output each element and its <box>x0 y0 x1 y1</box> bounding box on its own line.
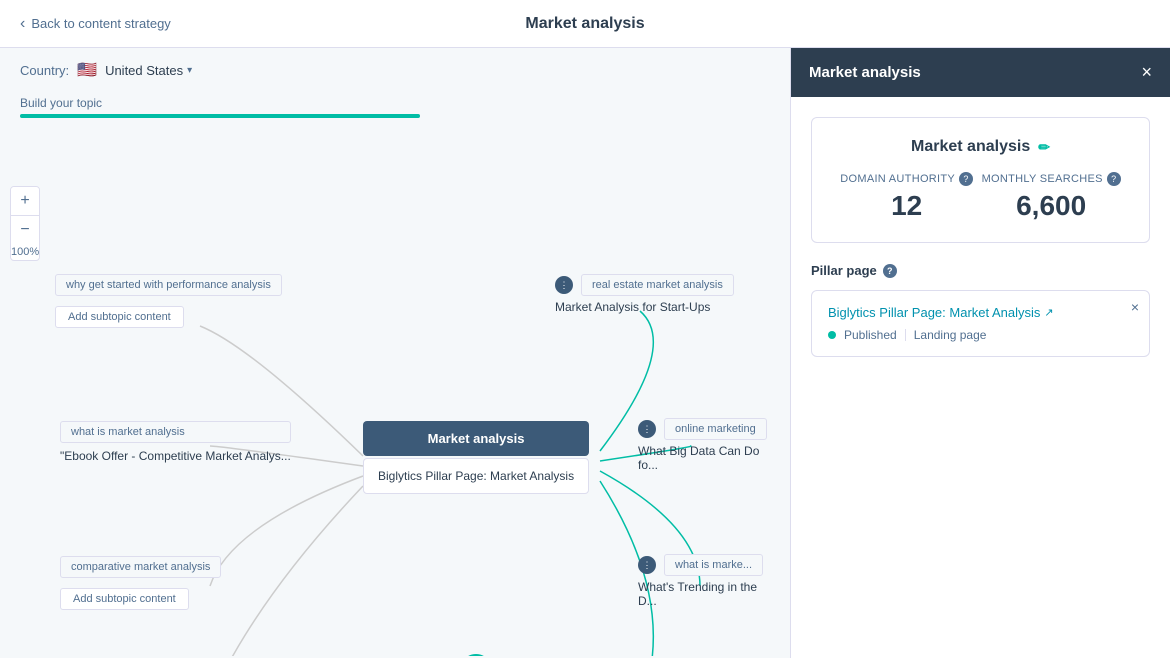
center-node[interactable]: Market analysis Biglytics Pillar Page: M… <box>363 421 589 494</box>
left-node-3: comparative market analysis Add subtopic… <box>60 556 221 610</box>
monthly-searches-info-icon[interactable]: ? <box>1107 172 1121 186</box>
topic-bar: Build your topic <box>0 92 790 126</box>
panel-header: Market analysis × <box>791 48 1170 97</box>
pillar-section-title: Pillar page ? <box>811 263 1150 278</box>
subtopic-label-r1[interactable]: real estate market analysis <box>581 274 734 296</box>
zoom-out-button[interactable]: − <box>11 216 39 244</box>
domain-authority-value: 12 <box>840 190 973 222</box>
domain-authority-info-icon[interactable]: ? <box>959 172 973 186</box>
monthly-searches-stat: MONTHLY SEARCHES ? 6,600 <box>982 172 1121 222</box>
status-divider <box>905 329 906 341</box>
stats-card: Market analysis ✏ DOMAIN AUTHORITY ? 12 … <box>811 117 1150 243</box>
domain-authority-label: DOMAIN AUTHORITY ? <box>840 172 973 186</box>
country-label: Country: <box>20 63 69 78</box>
add-node-button[interactable]: + <box>460 654 492 656</box>
main-layout: Country: 🇺🇸 United States ▾ Build your t… <box>0 48 1170 658</box>
panel-title: Market analysis <box>809 64 921 81</box>
right-node-2: ⋮ online marketing What Big Data Can Do … <box>638 418 778 472</box>
add-subtopic-btn-3[interactable]: Add subtopic content <box>60 588 189 610</box>
left-node-1: why get started with performance analysi… <box>55 274 282 328</box>
external-link-icon: ↗ <box>1044 306 1053 319</box>
progress-bar <box>20 114 420 118</box>
node-icon-3: ⋮ <box>638 556 656 574</box>
pillar-card-close-button[interactable]: × <box>1131 299 1139 315</box>
progress-fill <box>20 114 420 118</box>
right-node-3: ⋮ what is marke... What's Trending in th… <box>638 554 778 608</box>
center-pillar-label[interactable]: Biglytics Pillar Page: Market Analysis <box>363 458 589 494</box>
left-node-2: what is market analysis "Ebook Offer - C… <box>60 421 291 463</box>
back-label: Back to content strategy <box>31 16 170 31</box>
app-header: ‹ Back to content strategy Market analys… <box>0 0 1170 48</box>
pillar-section: Pillar page ? × Biglytics Pillar Page: M… <box>811 263 1150 357</box>
content-item-2[interactable]: "Ebook Offer - Competitive Market Analys… <box>60 449 291 463</box>
pillar-page-link[interactable]: Biglytics Pillar Page: Market Analysis ↗ <box>828 305 1133 320</box>
zoom-controls: + − 100% <box>10 186 40 261</box>
subtopic-label-2[interactable]: what is market analysis <box>60 421 291 443</box>
country-selector[interactable]: United States ▾ <box>105 63 192 78</box>
add-subtopic-btn-1[interactable]: Add subtopic content <box>55 306 184 328</box>
pillar-status: Published Landing page <box>828 328 1133 342</box>
domain-authority-stat: DOMAIN AUTHORITY ? 12 <box>840 172 973 222</box>
country-name-text: United States <box>105 63 183 78</box>
subtopic-label-r2[interactable]: online marketing <box>664 418 767 440</box>
canvas-area: Country: 🇺🇸 United States ▾ Build your t… <box>0 48 790 658</box>
content-item-r3[interactable]: What's Trending in the D... <box>638 580 778 608</box>
country-bar: Country: 🇺🇸 United States ▾ <box>0 48 790 92</box>
panel-body: Market analysis ✏ DOMAIN AUTHORITY ? 12 … <box>791 97 1170 658</box>
stats-card-title: Market analysis ✏ <box>836 138 1125 156</box>
topic-label: Build your topic <box>20 96 770 110</box>
published-status-dot <box>828 331 836 339</box>
subtopic-label-1[interactable]: why get started with performance analysi… <box>55 274 282 296</box>
right-node-1: ⋮ real estate market analysis Market Ana… <box>555 274 734 314</box>
monthly-searches-value: 6,600 <box>982 190 1121 222</box>
node-icon-1: ⋮ <box>555 276 573 294</box>
center-node-label[interactable]: Market analysis <box>363 421 589 456</box>
page-title: Market analysis <box>525 15 644 33</box>
chevron-left-icon: ‹ <box>20 15 25 33</box>
zoom-in-button[interactable]: + <box>11 187 39 215</box>
panel-close-button[interactable]: × <box>1141 62 1152 83</box>
subtopic-label-3[interactable]: comparative market analysis <box>60 556 221 578</box>
pillar-card: × Biglytics Pillar Page: Market Analysis… <box>811 290 1150 357</box>
landing-page-type-label: Landing page <box>914 328 987 342</box>
dropdown-arrow-icon: ▾ <box>187 65 192 76</box>
stats-row: DOMAIN AUTHORITY ? 12 MONTHLY SEARCHES ?… <box>836 172 1125 222</box>
edit-icon[interactable]: ✏ <box>1038 139 1050 156</box>
content-item-r1[interactable]: Market Analysis for Start-Ups <box>555 300 734 314</box>
subtopic-label-r3[interactable]: what is marke... <box>664 554 763 576</box>
pillar-section-info-icon[interactable]: ? <box>883 264 897 278</box>
published-status-label: Published <box>844 328 897 342</box>
back-button[interactable]: ‹ Back to content strategy <box>20 15 171 33</box>
mind-map: + − 100% Market analysis <box>0 126 790 656</box>
right-panel: Market analysis × Market analysis ✏ DOMA… <box>790 48 1170 658</box>
country-flag-icon: 🇺🇸 <box>77 60 97 80</box>
node-icon-2: ⋮ <box>638 420 656 438</box>
zoom-level: 100% <box>11 244 39 260</box>
content-item-r2[interactable]: What Big Data Can Do fo... <box>638 444 778 472</box>
monthly-searches-label: MONTHLY SEARCHES ? <box>982 172 1121 186</box>
